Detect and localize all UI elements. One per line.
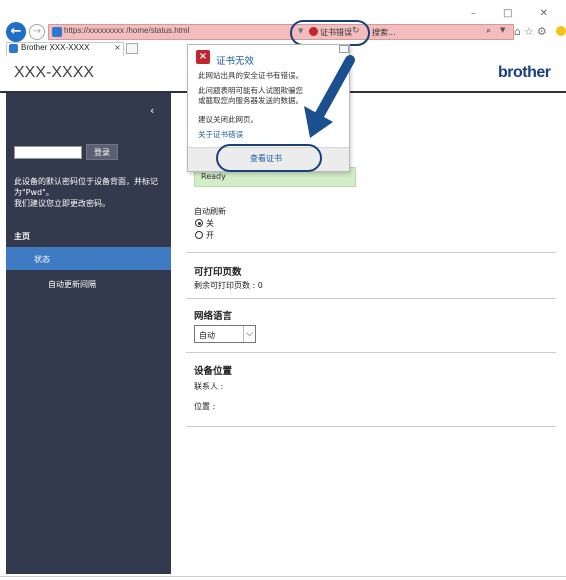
model-title: XXX-XXXX: [14, 64, 95, 81]
section-divider: [186, 426, 556, 427]
sidebar-item-home[interactable]: 主页: [14, 231, 30, 242]
collapse-sidebar-icon[interactable]: ‹: [150, 104, 154, 117]
popup-scroll-handle[interactable]: [339, 45, 349, 53]
web-language-value[interactable]: 自动: [199, 330, 215, 341]
remaining-pages-text: 剩余可打印页数 : 0: [194, 281, 263, 290]
auto-refresh-on-radio[interactable]: [195, 231, 203, 239]
section-divider: [186, 298, 556, 299]
password-input[interactable]: [14, 146, 82, 159]
tab-title[interactable]: Brother XXX-XXXX: [21, 43, 89, 52]
back-button[interactable]: ←: [6, 22, 26, 42]
page-icon: [52, 27, 62, 37]
tab-close-icon[interactable]: ×: [114, 43, 121, 52]
sidebar: [6, 93, 171, 574]
pointer-arrow-icon: [304, 55, 355, 138]
url-text[interactable]: https://xxxxxxxxx /home/status.html: [64, 26, 189, 35]
popup-line-3: 建议关闭此网页。: [198, 115, 258, 124]
sidebar-item-auto-refresh[interactable]: 自动更新间隔: [48, 279, 96, 290]
password-notice-text: 此设备的默认密码位于设备背面，并标记为"Pwd"。 我们建议您立即更改密码。: [14, 177, 158, 208]
auto-refresh-label: 自动刷新: [194, 207, 226, 216]
warning-shield-icon: ×: [196, 50, 210, 64]
brand-logo: brother: [498, 64, 551, 81]
web-language-title: 网络语言: [194, 311, 233, 322]
new-tab-button[interactable]: [126, 43, 138, 54]
auto-refresh-off-label[interactable]: 关: [206, 218, 214, 229]
device-location-title: 设备位置: [194, 366, 233, 377]
search-dropdown-icon[interactable]: ▼: [500, 26, 505, 34]
auto-refresh-on-label[interactable]: 开: [206, 230, 214, 241]
status-text: Ready: [201, 172, 226, 181]
cert-error-highlight: [290, 20, 370, 46]
search-icon[interactable]: ⌕: [486, 26, 491, 36]
forward-button[interactable]: →: [29, 24, 45, 40]
smiley-icon[interactable]: [556, 26, 566, 36]
printable-pages-title: 可打印页数: [194, 267, 242, 278]
login-button[interactable]: 登录: [86, 144, 118, 160]
location-label: 位置 :: [194, 402, 216, 411]
chevron-down-icon[interactable]: ⌵: [243, 326, 255, 342]
sidebar-item-status[interactable]: [6, 247, 171, 270]
window-controls[interactable]: – □ ✕: [471, 8, 560, 19]
password-notice: 此设备的默认密码位于设备背面，并标记为"Pwd"。 我们建议您立即更改密码。: [14, 176, 164, 209]
tab-favicon-icon: [9, 44, 18, 53]
home-star-gear-icon[interactable]: ⌂☆⚙: [514, 25, 550, 38]
popup-title: 证书无效: [216, 56, 255, 67]
view-certificate-highlight: [216, 144, 322, 172]
page-bottom-divider: [0, 576, 566, 577]
section-divider: [186, 252, 556, 253]
search-text[interactable]: 搜索...: [372, 27, 396, 38]
sidebar-item-label[interactable]: 状态: [34, 254, 50, 265]
about-cert-errors-link[interactable]: 关于证书错误: [198, 129, 243, 140]
popup-line-2: 此问题表明可能有人试图欺骗您或截取您向服务器发送的数据。: [198, 86, 303, 105]
auto-refresh-off-radio[interactable]: [195, 219, 203, 227]
contact-label: 联系人 :: [194, 382, 224, 391]
section-divider: [186, 352, 556, 353]
